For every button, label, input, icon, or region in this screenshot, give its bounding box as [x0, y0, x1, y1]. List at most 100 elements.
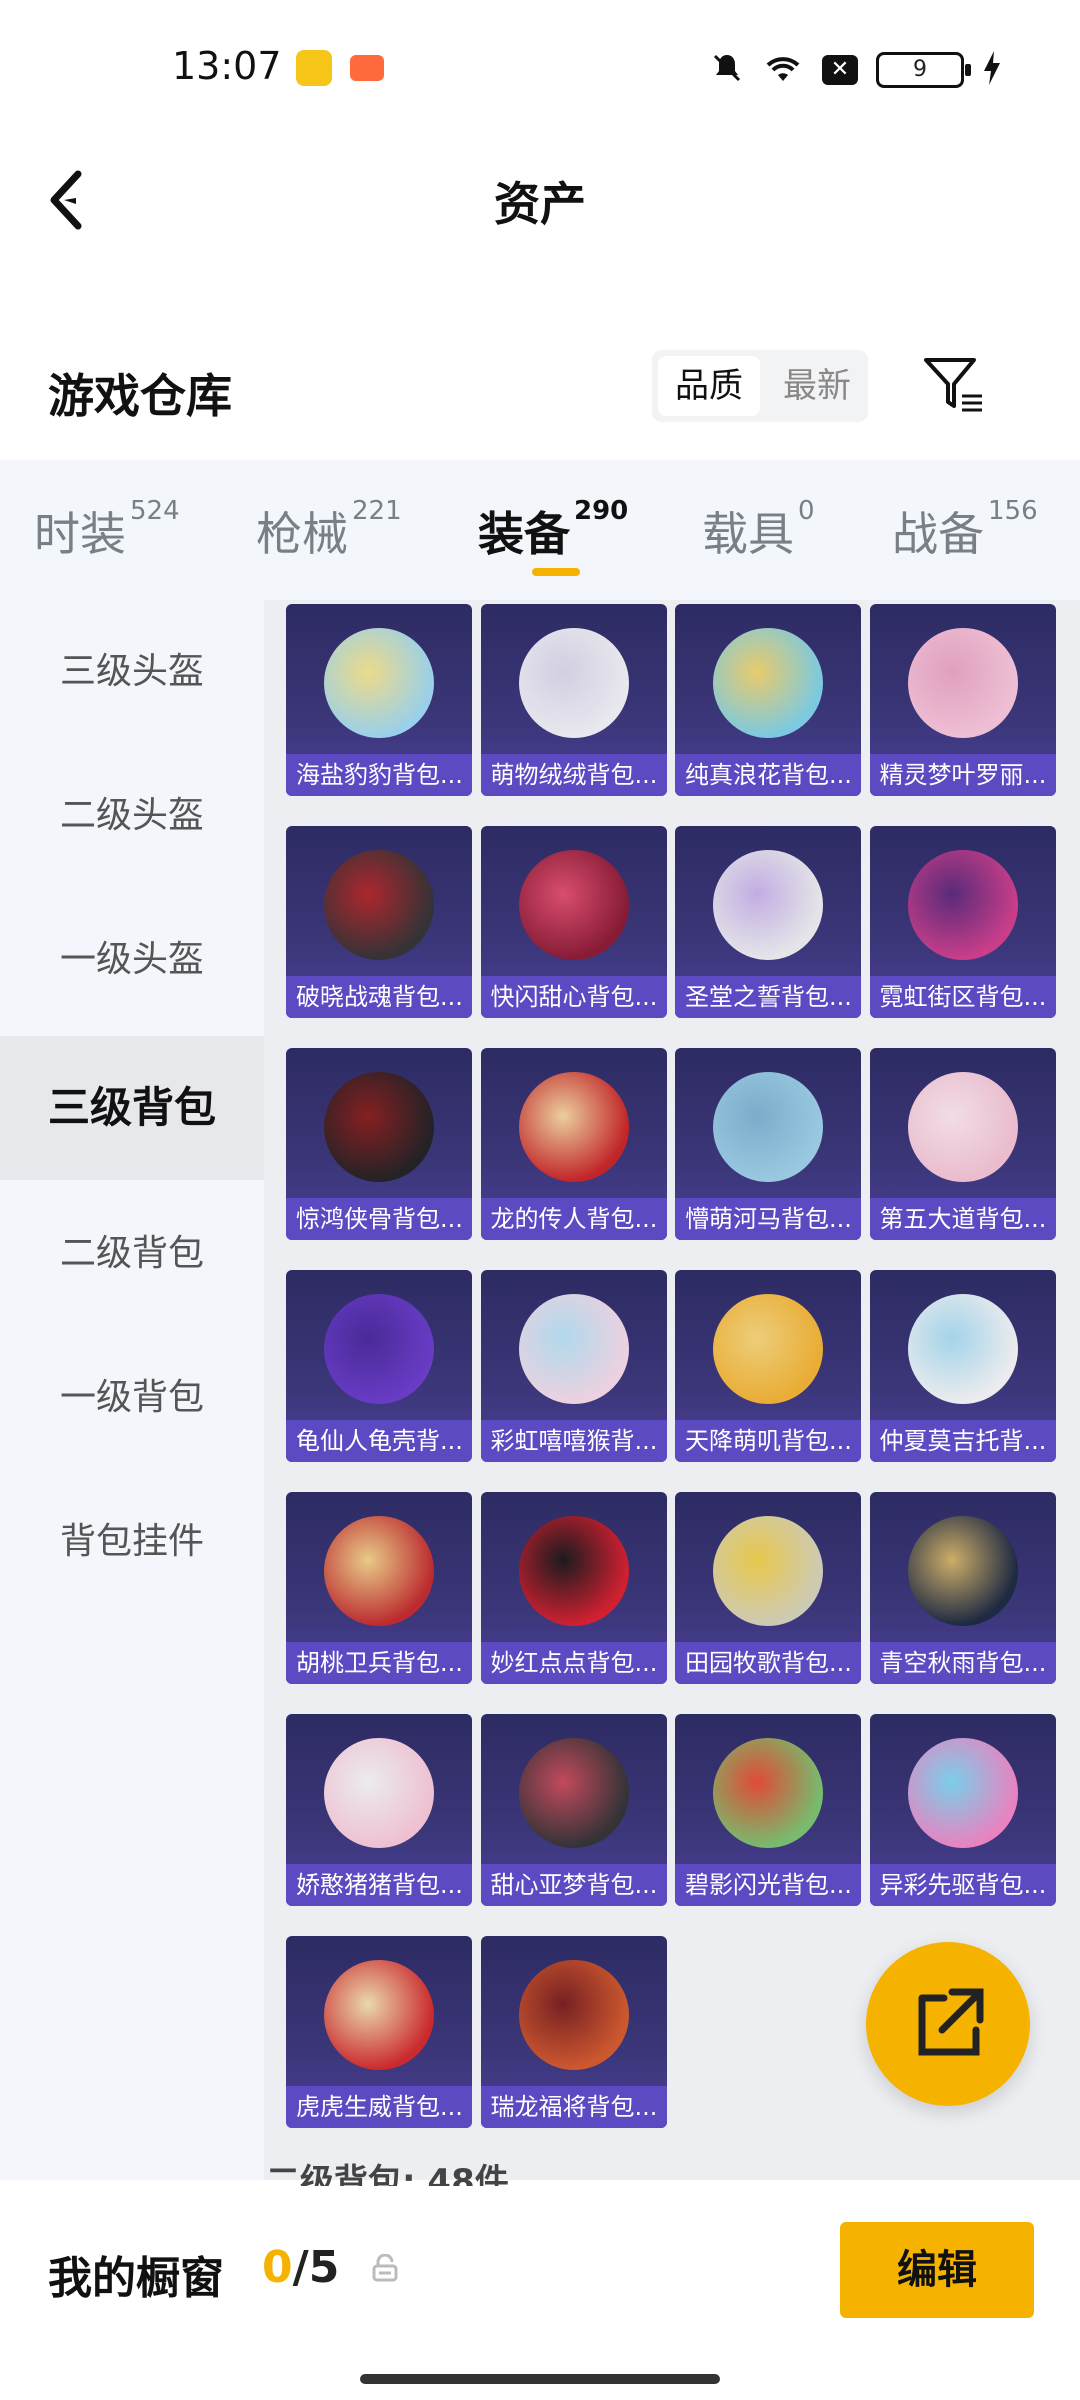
status-bar: 13:07 ✕ 9 [0, 0, 1080, 140]
item-name: 海盐豹豹背包... [286, 754, 472, 796]
tab-label: 枪械 [256, 507, 348, 561]
status-time: 13:07 [172, 44, 282, 88]
item-card[interactable]: 萌物绒绒背包... [480, 604, 667, 796]
sidebar-item-helmet-1[interactable]: 一级头盔 [0, 888, 264, 1032]
item-card[interactable]: 懵萌河马背包... [675, 1048, 861, 1240]
tab-label: 时装 [34, 507, 126, 561]
share-button[interactable] [866, 1942, 1030, 2106]
tab-label: 装备 [478, 507, 570, 561]
item-card[interactable]: 圣堂之誓背包... [675, 826, 861, 1018]
item-card[interactable]: 龟仙人龟壳背... [286, 1270, 472, 1462]
showcase-separator: / [292, 2242, 309, 2293]
backpack-image [518, 1738, 629, 1848]
item-card[interactable]: 青空秋雨背包... [869, 1492, 1056, 1684]
item-card[interactable]: 第五大道背包... [869, 1048, 1056, 1240]
backpack-image [518, 1072, 629, 1182]
item-card[interactable]: 霓虹街区背包... [869, 826, 1056, 1018]
item-card[interactable]: 破晓战魂背包... [286, 826, 472, 1018]
item-card[interactable]: 快闪甜心背包... [480, 826, 667, 1018]
backpack-image [907, 1516, 1018, 1626]
item-card[interactable]: 田园牧歌背包... [675, 1492, 861, 1684]
item-card[interactable]: 龙的传人背包... [480, 1048, 667, 1240]
tab-count: 524 [130, 496, 180, 526]
sort-toggle: 品质 最新 [652, 350, 868, 422]
tab-vehicles[interactable]: 载具 0 [702, 496, 815, 564]
backpack-image [907, 1072, 1018, 1182]
bottom-bar: 我的橱窗 0/5 编辑 [0, 2186, 1080, 2400]
item-name: 纯真浪花背包... [675, 754, 861, 796]
sidebar-item-helmet-2[interactable]: 二级头盔 [0, 744, 264, 888]
sort-latest-button[interactable]: 最新 [766, 350, 868, 422]
item-name: 霓虹街区背包... [869, 976, 1056, 1018]
item-card[interactable]: 瑞龙福将背包... [480, 1936, 667, 2128]
item-name: 瑞龙福将背包... [480, 2086, 667, 2128]
tab-count: 290 [574, 496, 629, 526]
wifi-icon [762, 51, 804, 89]
page-title: 资产 [494, 177, 586, 231]
lock-icon [372, 2254, 398, 2282]
item-name: 娇憨猪猪背包... [286, 1864, 472, 1906]
item-name: 龙的传人背包... [480, 1198, 667, 1240]
sidebar-item-pendant[interactable]: 背包挂件 [0, 1470, 264, 1614]
showcase-total: 5 [308, 2242, 340, 2293]
sidebar-item-backpack-3[interactable]: 三级背包 [0, 1036, 264, 1180]
active-tab-indicator [532, 568, 580, 576]
item-card[interactable]: 虎虎生威背包... [286, 1936, 472, 2128]
item-card[interactable]: 仲夏莫吉托背... [869, 1270, 1056, 1462]
sidebar-item-backpack-2[interactable]: 二级背包 [0, 1182, 264, 1326]
status-icons: ✕ 9 [710, 50, 1002, 90]
item-name: 懵萌河马背包... [675, 1198, 861, 1240]
item-card[interactable]: 天降萌叽背包... [675, 1270, 861, 1462]
backpack-image [324, 1960, 434, 2070]
tab-label: 载具 [702, 507, 794, 561]
backpack-image [518, 850, 629, 960]
item-card[interactable]: 妙红点点背包... [480, 1492, 667, 1684]
item-name: 精灵梦叶罗丽... [869, 754, 1056, 796]
item-name: 萌物绒绒背包... [480, 754, 667, 796]
tab-fashion[interactable]: 时装 524 [34, 496, 180, 564]
backpack-image [713, 1516, 823, 1626]
item-card[interactable]: 惊鸿侠骨背包... [286, 1048, 472, 1240]
showcase-current: 0 [262, 2242, 293, 2293]
backpack-image [713, 1294, 823, 1404]
tab-equipment[interactable]: 装备 290 [478, 496, 629, 564]
backpack-image [713, 628, 823, 738]
tab-label: 战备 [892, 507, 984, 561]
item-card[interactable]: 异彩先驱背包... [869, 1714, 1056, 1906]
sidebar-item-helmet-3[interactable]: 三级头盔 [0, 600, 264, 744]
item-name: 天降萌叽背包... [675, 1420, 861, 1462]
tab-supplies[interactable]: 战备 156 [892, 496, 1038, 564]
tab-guns[interactable]: 枪械 221 [256, 496, 402, 564]
backpack-image [324, 850, 434, 960]
item-name: 妙红点点背包... [480, 1642, 667, 1684]
item-card[interactable]: 纯真浪花背包... [675, 604, 861, 796]
mute-icon [710, 51, 744, 89]
item-card[interactable]: 碧影闪光背包... [675, 1714, 861, 1906]
item-card[interactable]: 胡桃卫兵背包... [286, 1492, 472, 1684]
backpack-image [518, 1294, 629, 1404]
backpack-image [518, 1516, 629, 1626]
item-name: 胡桃卫兵背包... [286, 1642, 472, 1684]
backpack-image [907, 850, 1018, 960]
edit-button[interactable]: 编辑 [840, 2222, 1034, 2318]
item-name: 第五大道背包... [869, 1198, 1056, 1240]
filter-icon [924, 358, 982, 412]
home-indicator[interactable] [360, 2374, 720, 2384]
item-card[interactable]: 娇憨猪猪背包... [286, 1714, 472, 1906]
item-name: 彩虹嘻嘻猴背... [480, 1420, 667, 1462]
item-name: 破晓战魂背包... [286, 976, 472, 1018]
sidebar-item-backpack-1[interactable]: 一级背包 [0, 1326, 264, 1470]
app-notification-icon [296, 50, 332, 86]
item-card[interactable]: 彩虹嘻嘻猴背... [480, 1270, 667, 1462]
item-name: 惊鸿侠骨背包... [286, 1198, 472, 1240]
sort-quality-button[interactable]: 品质 [658, 356, 760, 416]
item-card[interactable]: 精灵梦叶罗丽... [869, 604, 1056, 796]
backpack-image [324, 628, 434, 738]
item-card[interactable]: 海盐豹豹背包... [286, 604, 472, 796]
backpack-image [907, 1294, 1018, 1404]
filter-button[interactable] [920, 352, 988, 418]
backpack-image [518, 1960, 629, 2070]
item-card[interactable]: 甜心亚梦背包... [480, 1714, 667, 1906]
backpack-image [713, 1738, 823, 1848]
tab-count: 221 [352, 496, 402, 526]
